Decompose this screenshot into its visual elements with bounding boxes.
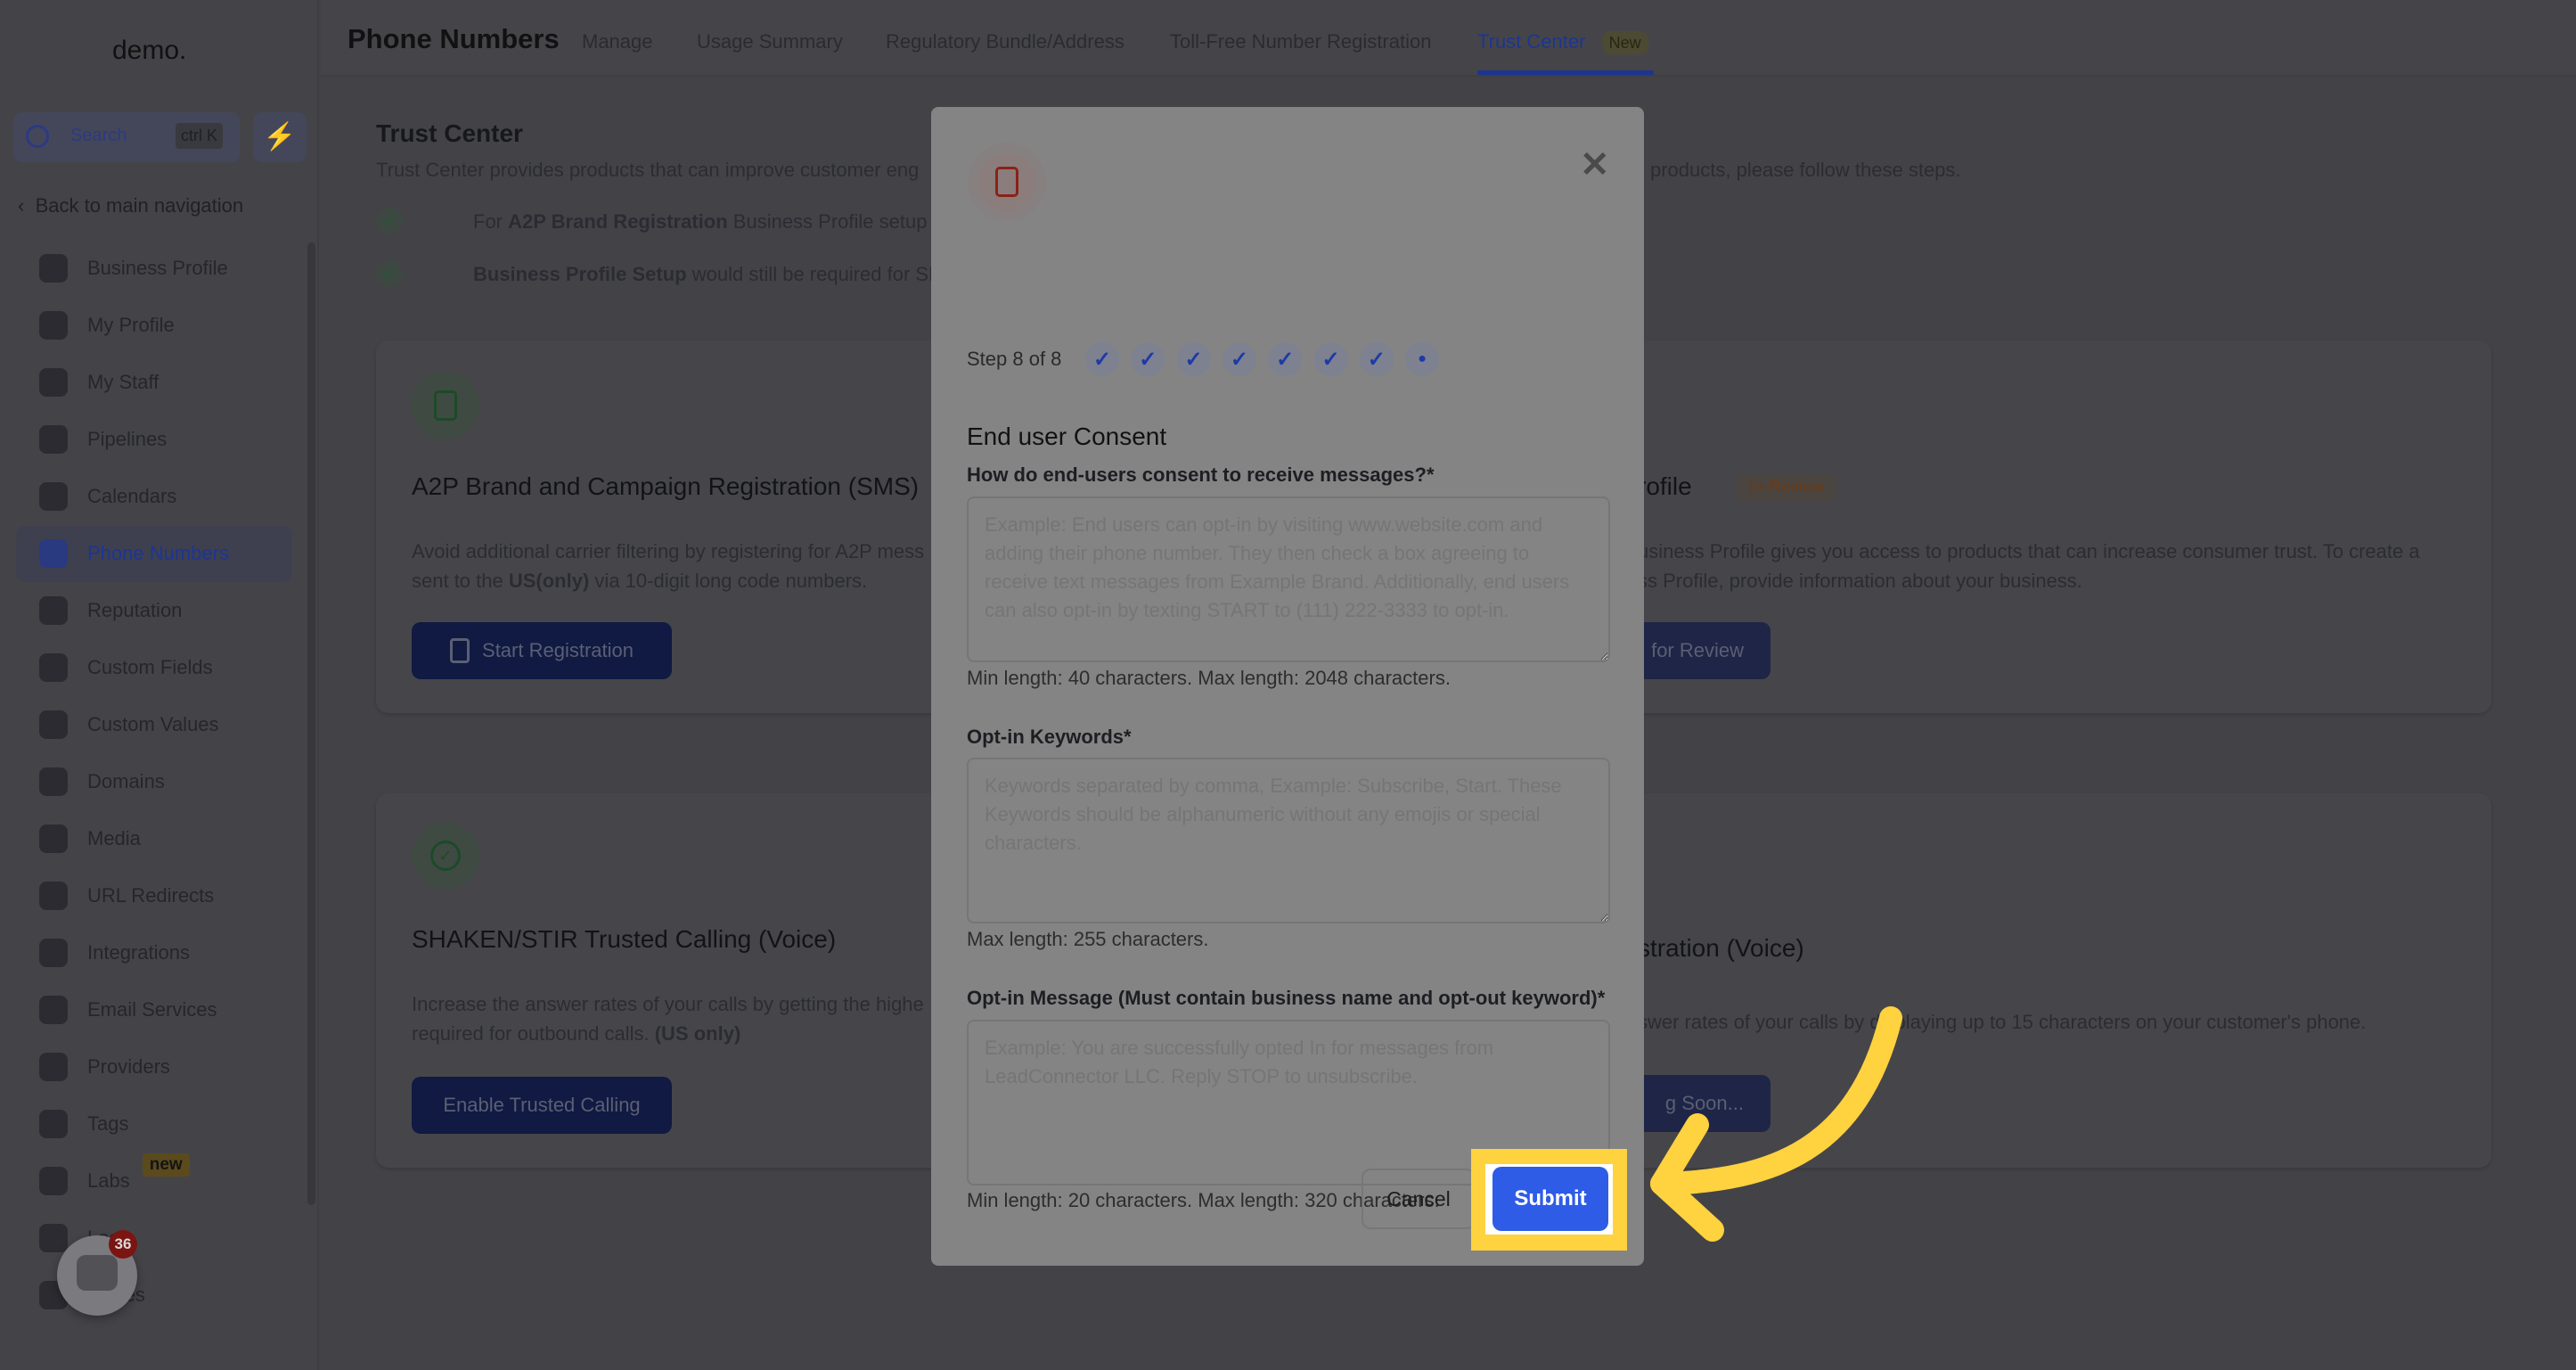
annotation-arrow xyxy=(1650,1006,1902,1242)
